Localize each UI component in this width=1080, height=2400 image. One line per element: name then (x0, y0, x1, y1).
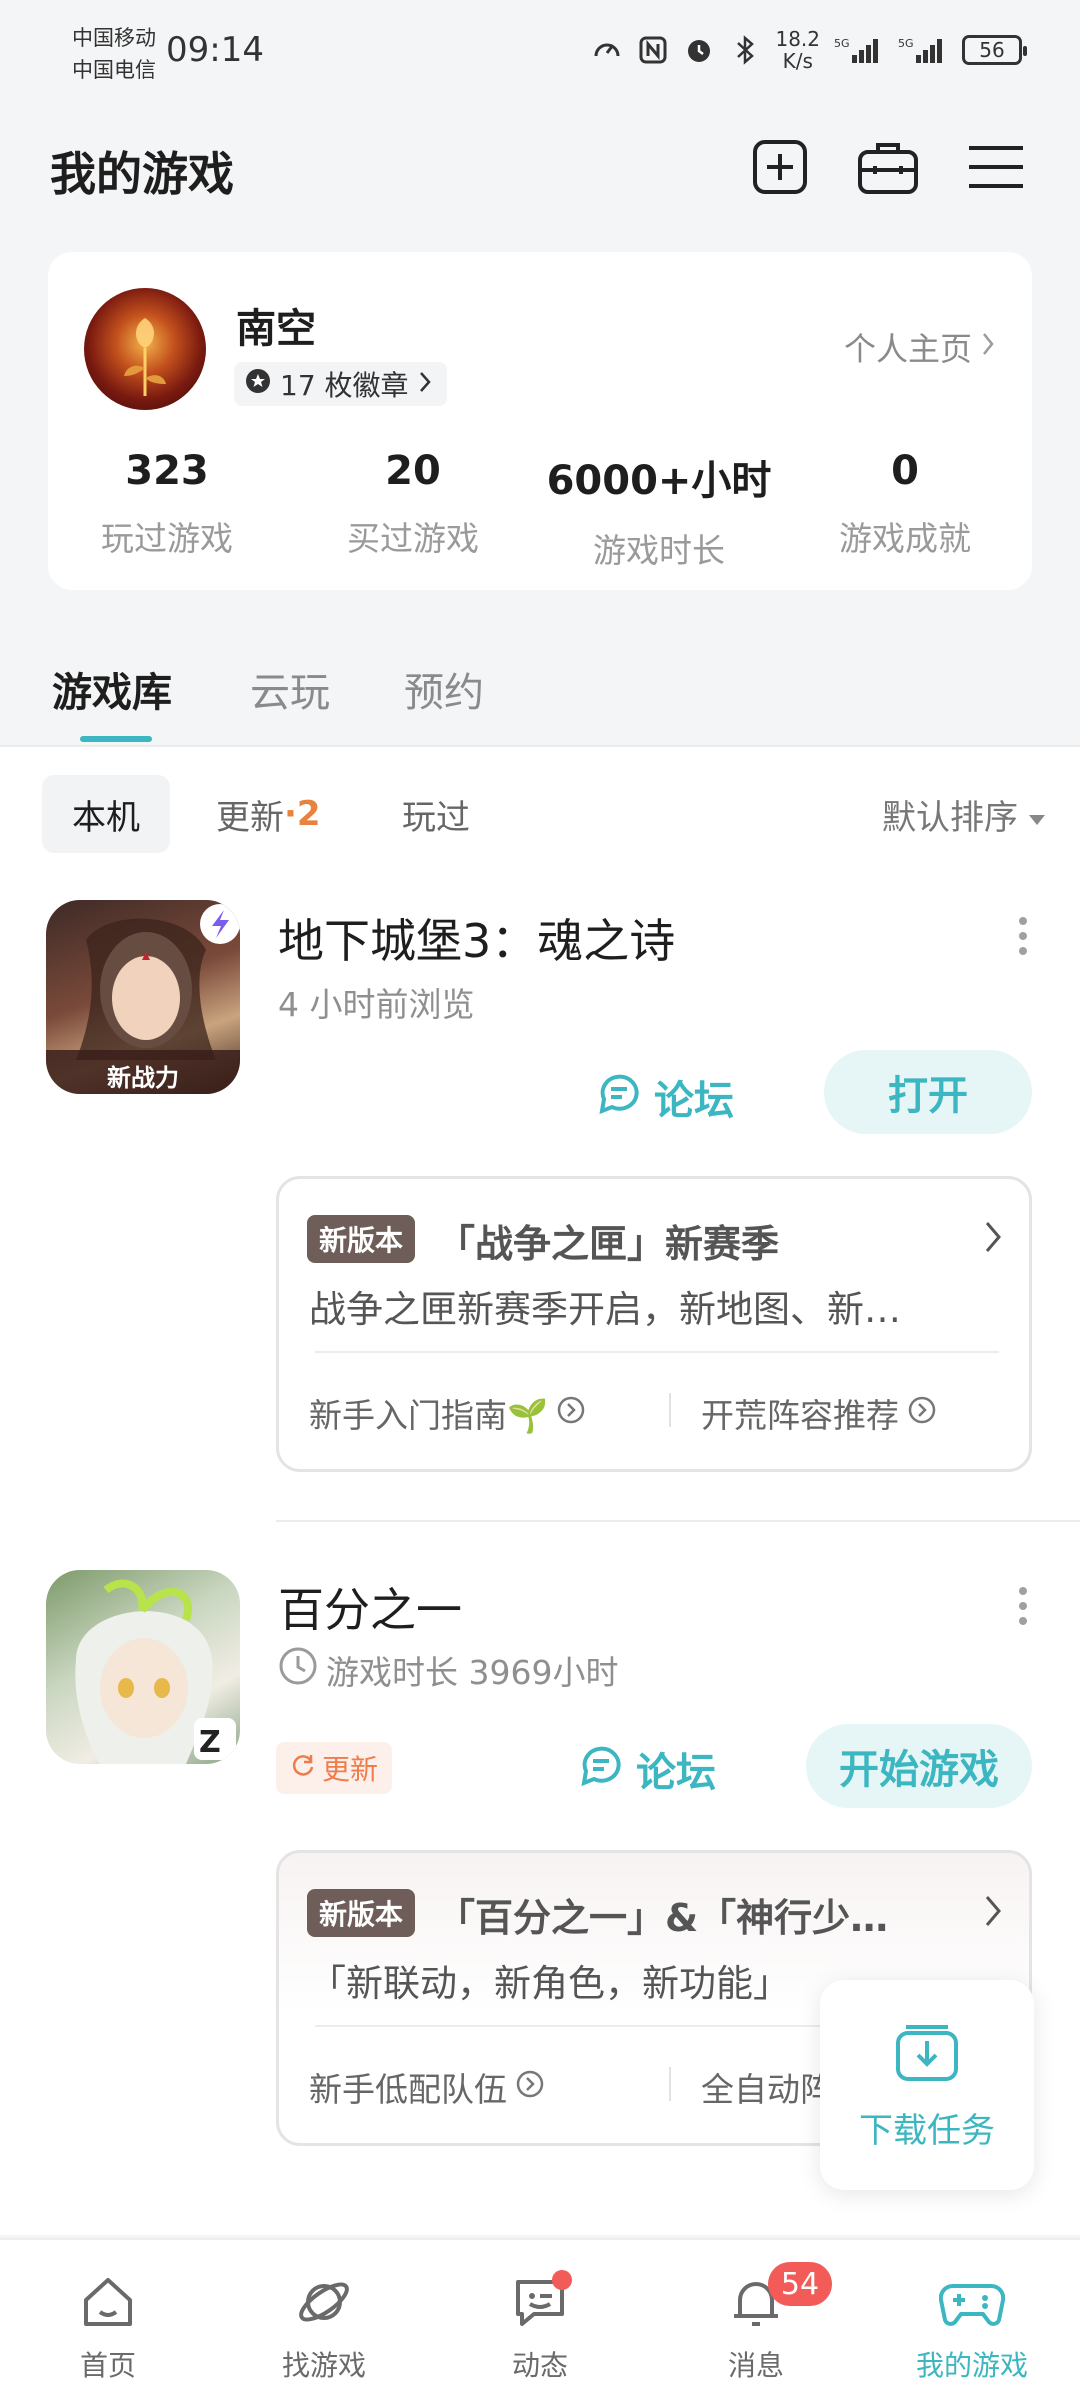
nav-my-games[interactable]: 我的游戏 (864, 2240, 1080, 2400)
arrow-circle-icon (907, 1394, 937, 1433)
notification-dot (552, 2270, 572, 2290)
chevron-right-icon (417, 368, 433, 401)
divider (669, 2067, 671, 2101)
divider (669, 1393, 671, 1427)
guide-link[interactable]: 新手低配队伍 (309, 2063, 545, 2111)
status-bar: 中国移动 中国电信 09:14 18.2 K/s 5G 5G 56 (0, 0, 1080, 110)
avatar[interactable] (84, 288, 206, 410)
status-time: 09:14 (166, 30, 264, 70)
filter-played[interactable]: 玩过 (372, 775, 500, 853)
icon-caption: 新战力 (107, 1064, 179, 1092)
news-card[interactable]: 新版本 「战争之匣」新赛季 战争之匣新赛季开启，新地图、新… 新手入门指南🌱 开… (276, 1176, 1032, 1472)
carrier-info: 中国移动 中国电信 (72, 22, 156, 86)
nav-home[interactable]: 首页 (0, 2240, 216, 2400)
filter-updates[interactable]: 更新 · 2 (186, 775, 351, 853)
planet-icon (294, 2272, 354, 2336)
news-description: 「新联动，新角色，新功能」 (309, 1962, 790, 2005)
arrow-circle-icon (515, 2068, 545, 2107)
open-game-button[interactable]: 打开 (824, 1050, 1032, 1134)
signal-5g-icon: 5G (898, 34, 948, 66)
tab-reservations[interactable]: 预约 (404, 660, 484, 718)
username: 南空 (236, 306, 316, 352)
svg-text:5G: 5G (898, 37, 914, 50)
new-version-tag: 新版本 (307, 1889, 416, 1937)
guide-link[interactable]: 开荒阵容推荐 (701, 1389, 937, 1437)
nav-discover[interactable]: 找游戏 (216, 2240, 432, 2400)
caret-down-icon (1028, 795, 1046, 835)
clock-icon (278, 1646, 318, 1694)
more-options-icon[interactable] (1008, 1576, 1038, 1636)
home-icon (78, 2272, 138, 2336)
chevron-right-icon (983, 1219, 1003, 1259)
nav-messages[interactable]: 54 消息 (648, 2240, 864, 2400)
refresh-icon (290, 1752, 316, 1785)
new-version-tag: 新版本 (307, 1215, 416, 1263)
guide-link[interactable]: 新手入门指南🌱 (309, 1389, 586, 1437)
svg-text:5G: 5G (834, 37, 850, 50)
download-icon (894, 2019, 960, 2089)
battery-indicator: 56 (962, 35, 1027, 65)
nav-feed[interactable]: 动态 (432, 2240, 648, 2400)
game-title[interactable]: 地下城堡3：魂之诗 (278, 905, 675, 971)
status-icons: 18.2 K/s 5G 5G 56 (591, 27, 1027, 73)
speed-icon (591, 34, 623, 66)
homepage-link[interactable]: 个人主页 (844, 324, 996, 370)
news-title: 「百分之一」&「神行少… (437, 1896, 889, 1940)
forum-button[interactable]: 论坛 (596, 1068, 734, 1126)
game-title[interactable]: 百分之一 (278, 1574, 462, 1640)
stat-played-games[interactable]: 323 玩过游戏 (44, 448, 290, 560)
divider (315, 1351, 999, 1353)
menu-icon[interactable] (964, 135, 1028, 199)
news-description: 战争之匣新赛季开启，新地图、新… (309, 1288, 901, 1331)
forum-button[interactable]: 论坛 (578, 1740, 716, 1798)
play-time: 游戏时长 3969小时 (278, 1646, 618, 1694)
guide-link[interactable]: 全自动阵 (701, 2063, 833, 2111)
svg-text:Z: Z (199, 1725, 221, 1760)
forum-icon (596, 1069, 642, 1125)
chevron-right-icon (980, 328, 996, 366)
page-title: 我的游戏 (50, 147, 234, 201)
net-speed: 18.2 K/s (775, 27, 820, 73)
carrier-2: 中国电信 (72, 58, 156, 82)
chevron-right-icon (983, 1893, 1003, 1933)
nfc-icon (637, 34, 669, 66)
medal-icon (244, 367, 272, 402)
bluetooth-icon (729, 34, 761, 66)
signal-5g-icon: 5G (834, 34, 884, 66)
start-game-button[interactable]: 开始游戏 (806, 1724, 1032, 1808)
game-icon[interactable]: 新战力 (46, 900, 240, 1094)
toolbox-icon[interactable] (856, 135, 920, 199)
stat-achievements[interactable]: 0 游戏成就 (782, 448, 1028, 560)
message-count-badge: 54 (768, 2262, 832, 2306)
last-viewed: 4 小时前浏览 (278, 985, 475, 1024)
news-title: 「战争之匣」新赛季 (437, 1222, 780, 1266)
carrier-1: 中国移动 (72, 26, 156, 50)
update-count: 2 (296, 794, 321, 834)
tab-library[interactable]: 游戏库 (52, 660, 172, 718)
sort-dropdown[interactable]: 默认排序 (882, 790, 1046, 839)
tab-cloud-play[interactable]: 云玩 (250, 660, 330, 718)
more-options-icon[interactable] (1008, 906, 1038, 966)
gamepad-icon (938, 2272, 1006, 2336)
arrow-circle-icon (556, 1394, 586, 1433)
forum-icon (578, 1741, 624, 1797)
profile-card: 南空 17 枚徽章 个人主页 323 玩过游戏 20 买过游戏 6000+小时 … (48, 252, 1032, 590)
bottom-nav: 首页 找游戏 动态 54 消息 我的游戏 (0, 2238, 1080, 2400)
badges-count: 17 枚徽章 (280, 369, 409, 402)
alarm-icon (683, 34, 715, 66)
add-icon[interactable] (748, 135, 812, 199)
row-divider (276, 1520, 1080, 1522)
badges-link[interactable]: 17 枚徽章 (234, 362, 447, 406)
tab-indicator (80, 736, 152, 742)
update-badge[interactable]: 更新 (276, 1742, 393, 1794)
filter-local[interactable]: 本机 (42, 775, 170, 853)
stat-play-time[interactable]: 6000+小时 游戏时长 (536, 448, 782, 572)
game-icon[interactable]: Z (46, 1570, 240, 1764)
stat-bought-games[interactable]: 20 买过游戏 (290, 448, 536, 560)
download-tasks-button[interactable]: 下载任务 (820, 1980, 1034, 2190)
